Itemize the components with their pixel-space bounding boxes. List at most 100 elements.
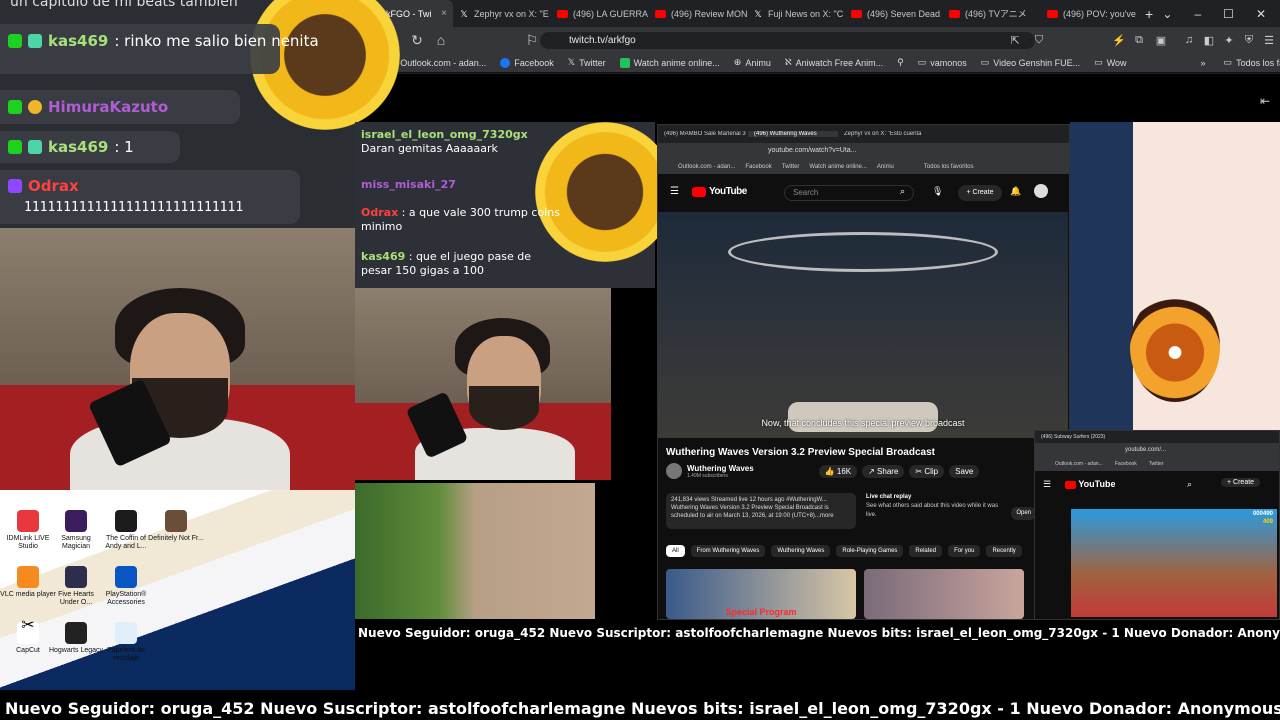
music-icon[interactable]: ♫ — [1179, 34, 1199, 46]
bookmark-twitter[interactable]: 𝕏 Twitter — [568, 57, 606, 68]
app-icon — [115, 510, 137, 532]
like-button[interactable]: 👍 16K — [818, 464, 858, 478]
bookmark-wow[interactable]: ▭ Wow — [1094, 57, 1126, 68]
bookmark-outlook[interactable]: Outlook.com - adan... — [386, 57, 486, 68]
brave-shield-icon[interactable]: ⛉ — [1029, 34, 1049, 47]
chip[interactable]: From Wuthering Waves — [690, 545, 766, 557]
bookmark-facebook[interactable]: Facebook — [500, 57, 554, 68]
chevron-right-icon[interactable]: » — [1201, 58, 1206, 68]
search-input[interactable]: Search — [784, 185, 914, 201]
tab-seven[interactable]: (496) Seven Dead — [845, 0, 943, 27]
mic-icon[interactable]: 🎙 — [932, 186, 943, 197]
chip[interactable]: Wuthering Waves — [771, 545, 831, 557]
url-field[interactable]: twitch.tv/arkfgo — [540, 32, 1035, 49]
vpn-icon[interactable]: ⛨ — [1239, 34, 1259, 47]
url-text: twitch.tv/arkfgo — [569, 35, 636, 46]
bookmark-label[interactable]: Outlook.com - adan... — [1055, 461, 1103, 471]
desktop-icon[interactable]: Hogwarts Legacy — [48, 622, 104, 655]
url-text[interactable]: youtube.com/watch?v=Uta... — [768, 147, 857, 154]
video-thumbnail[interactable]: Special Program — [666, 569, 856, 619]
puzzle-icon[interactable]: ⧉ — [1129, 34, 1149, 47]
video-description[interactable]: 241,834 views Streamed live 12 hours ago… — [666, 493, 856, 529]
tab-mambo[interactable]: (496) MAMBO Sale Marlenal 3 — [658, 131, 748, 137]
tab-zephyr[interactable]: Zephyr vx on X: "Esto cuenta — [838, 131, 928, 137]
menu-icon[interactable]: ☰ — [1259, 34, 1279, 47]
clip-button[interactable]: ✂ Clip — [909, 464, 945, 478]
create-button[interactable]: + Create — [958, 185, 1002, 201]
game-capture — [355, 483, 595, 619]
bookmark-label[interactable]: Twitter — [782, 164, 800, 170]
desktop-icon[interactable]: Five Hearts Under O... — [48, 566, 104, 607]
minimize-icon[interactable]: – — [1194, 7, 1201, 21]
bookmark-label[interactable]: Facebook — [1115, 461, 1137, 471]
tab-label: (496) POV: you've — [1063, 8, 1136, 19]
app-icon — [65, 566, 87, 588]
tab-tvanime[interactable]: (496) TVアニメ — [943, 0, 1041, 27]
home-icon[interactable]: ⌂ — [431, 32, 451, 48]
youtube-logo[interactable]: YouTube — [1065, 479, 1116, 489]
tab-wuthering[interactable]: (496) Wuthering Waves — [748, 131, 838, 137]
bookmark-watch-anime[interactable]: Watch anime online... — [619, 57, 720, 68]
desktop-icon[interactable]: Samsung Magician — [48, 510, 104, 551]
bookmark-label[interactable]: Todos los favoritos — [924, 164, 974, 170]
tab-guerra[interactable]: (496) LA GUERRA — [551, 0, 649, 27]
search-icon[interactable]: ⌕ — [1187, 479, 1192, 490]
create-button[interactable]: + Create — [1221, 478, 1261, 487]
bookmark-label[interactable]: Twitter — [1149, 461, 1164, 471]
desktop-capture: IDMLink LIVE Studio Samsung Magician The… — [0, 490, 355, 690]
bookmark-aniwatch[interactable]: ℵ Aniwatch Free Anim... — [785, 57, 883, 68]
video-player[interactable]: Now, that concludes this special preview… — [658, 212, 1068, 438]
extension-icon[interactable]: ⚡ — [1109, 34, 1129, 47]
tab-fuji[interactable]: 𝕏 Fuji News on X: "C — [747, 0, 845, 27]
close-icon[interactable]: ✕ — [1256, 7, 1266, 21]
close-icon[interactable]: × — [441, 8, 447, 19]
chip[interactable]: For you — [948, 545, 981, 557]
menu-icon[interactable]: ☰ — [670, 186, 679, 197]
bookmark-animu[interactable]: ⊕ Animu — [734, 57, 771, 68]
bookmark-all[interactable]: ▭Todos los favoritos — [1224, 57, 1280, 68]
search-icon[interactable]: ⌕ — [900, 186, 905, 197]
menu-icon[interactable]: ☰ — [1043, 479, 1051, 490]
video-thumbnail[interactable] — [864, 569, 1024, 619]
avatar[interactable] — [1034, 184, 1048, 198]
chip[interactable]: Role-Playing Games — [836, 545, 904, 557]
new-tab-button[interactable]: + — [1139, 0, 1163, 27]
chip[interactable]: All — [666, 545, 685, 557]
save-button[interactable]: Save — [949, 464, 980, 478]
open-chat-button[interactable]: Open — [1011, 507, 1036, 520]
youtube-logo[interactable]: YouTube — [692, 186, 747, 197]
tab-zephyr[interactable]: 𝕏 Zephyr vx on X: "E — [453, 0, 551, 27]
chip[interactable]: Related — [909, 545, 943, 557]
desktop-icon[interactable]: Papelera de reciclaje — [98, 622, 154, 663]
bookmark-label[interactable]: Animu — [877, 164, 894, 170]
share-icon[interactable]: ⇱ — [1005, 34, 1025, 47]
desktop-icon[interactable]: PlayStation® Accessories — [98, 566, 154, 607]
chip[interactable]: Recently — [986, 545, 1022, 557]
bookmark-label[interactable]: Watch anime online... — [809, 164, 866, 170]
bookmark-label[interactable]: Facebook — [745, 164, 771, 170]
bookmark-genshin[interactable]: ▭ Video Genshin FUE... — [981, 57, 1080, 68]
bookmark-icon[interactable]: ⚐ — [522, 32, 542, 49]
pin-icon[interactable]: ⚲ — [897, 57, 904, 68]
collapse-chat-icon[interactable]: ⇤ — [1260, 94, 1270, 108]
bell-icon[interactable]: 🔔 — [1010, 186, 1021, 197]
bookmark-vamonos[interactable]: ▭ vamonos — [918, 57, 967, 68]
tab-pov[interactable]: (496) POV: you've — [1041, 0, 1139, 27]
reload-icon[interactable]: ↻ — [407, 32, 427, 49]
video-player[interactable]: 000490 409 — [1071, 509, 1277, 617]
tab-subway[interactable]: (496) Subway Surfers (2023) — [1035, 431, 1279, 443]
url-text[interactable]: youtube.com/... — [1035, 443, 1279, 459]
maximize-icon[interactable]: ☐ — [1223, 7, 1234, 21]
bookmark-label[interactable]: Outlook.com - adan... — [678, 164, 735, 170]
screenshot-icon[interactable]: ▣ — [1151, 34, 1171, 47]
channel-name[interactable]: Wuthering Waves — [687, 464, 754, 473]
leo-icon[interactable]: ✦ — [1219, 34, 1239, 47]
desktop-icon[interactable]: The Coffin of Andy and L... — [98, 510, 154, 551]
sidebar-icon[interactable]: ◧ — [1199, 34, 1219, 47]
chevron-down-icon[interactable]: ⌄ — [1162, 7, 1172, 21]
tab-review[interactable]: (496) Review MON — [649, 0, 747, 27]
address-bar: youtube.com/watch?v=Uta... — [658, 143, 1069, 160]
share-button[interactable]: ↗ Share — [862, 464, 905, 478]
desktop-icon[interactable]: Definitely Not Fr... — [148, 510, 204, 543]
channel-avatar[interactable] — [666, 463, 682, 479]
